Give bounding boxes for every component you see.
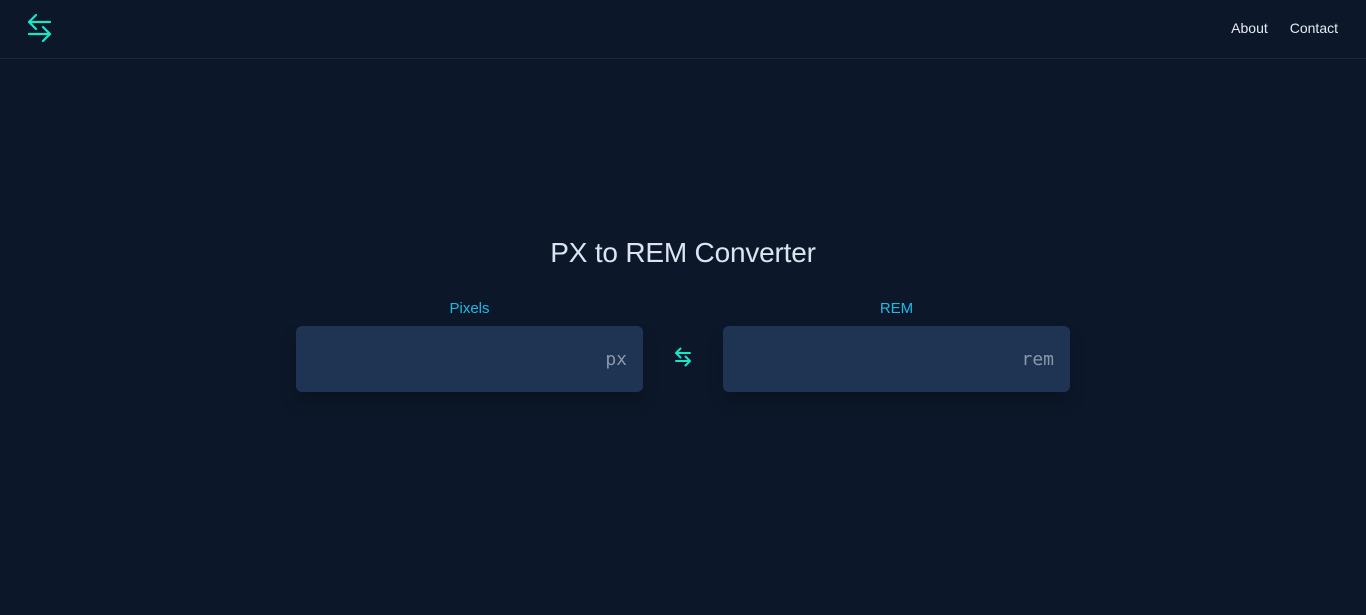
swap-arrows-icon[interactable] [26,12,53,42]
pixels-label: Pixels [449,300,490,317]
rem-label: REM [879,300,914,317]
pixels-field-container [296,326,643,392]
swap-button[interactable] [673,346,693,368]
rem-input[interactable] [723,326,1070,392]
rem-field-container [723,326,1070,392]
top-navbar: About Contact [0,0,1366,59]
swap-arrows-icon [675,347,691,367]
nav-about-link[interactable]: About [1231,19,1268,37]
page-title: PX to REM Converter [550,237,816,268]
pixels-input[interactable] [296,326,643,392]
nav-links: About Contact [1231,19,1338,37]
nav-contact-link[interactable]: Contact [1290,19,1338,37]
